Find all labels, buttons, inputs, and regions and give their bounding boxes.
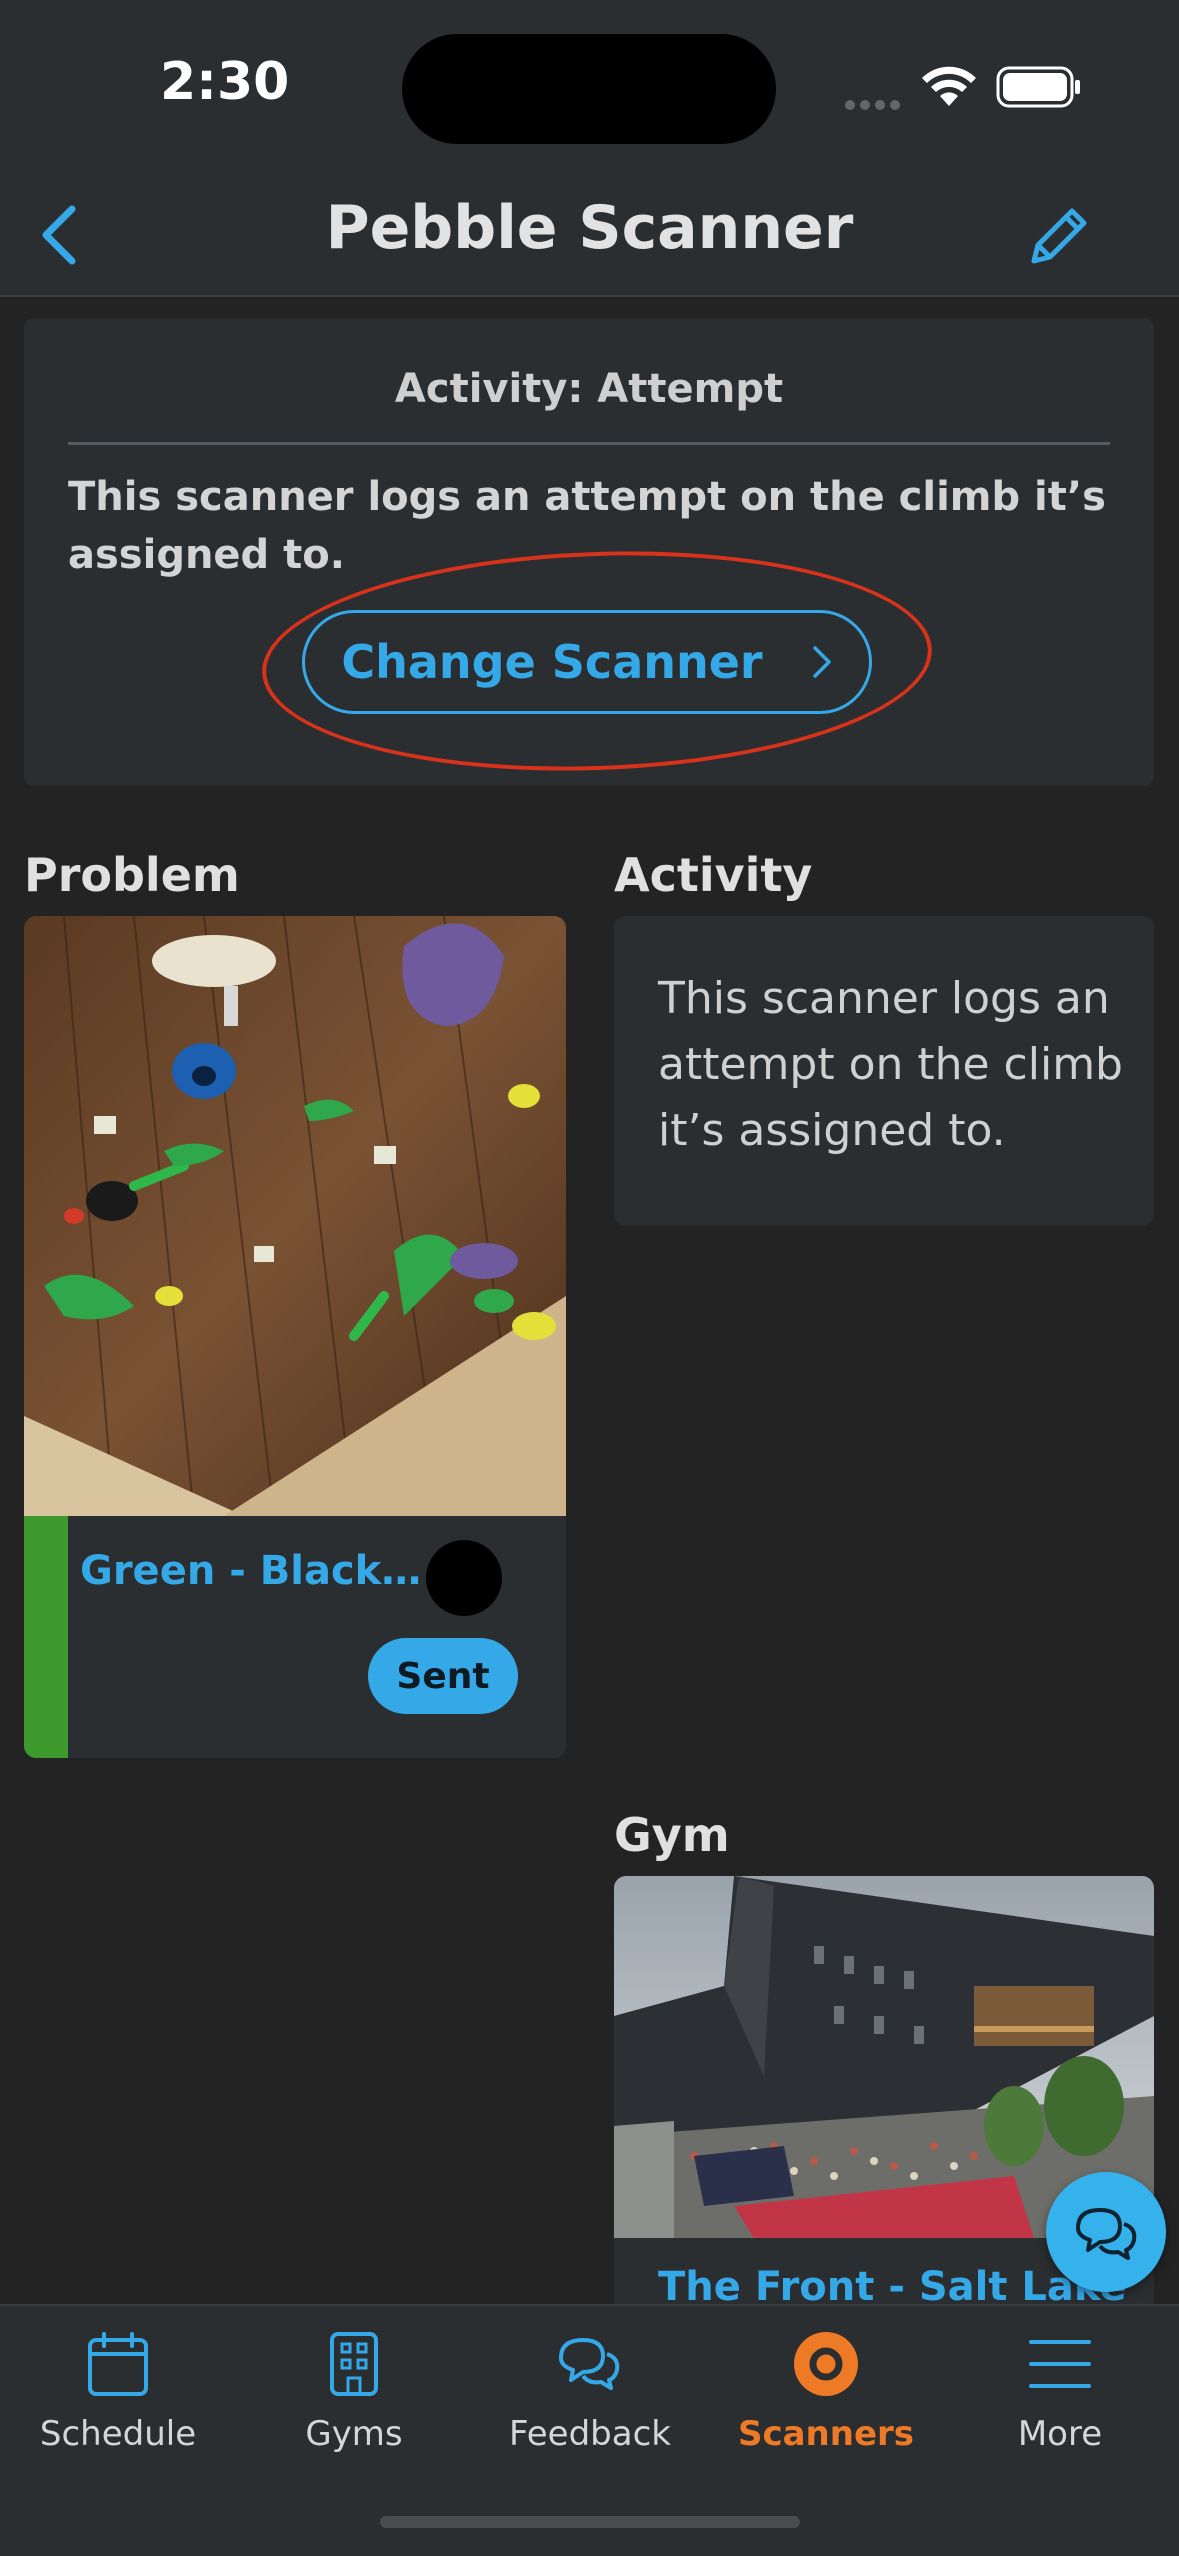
problem-section-label: Problem <box>24 848 240 902</box>
tab-label: Feedback <box>509 2414 671 2454</box>
change-scanner-label: Change Scanner <box>341 635 763 689</box>
tab-label: Gyms <box>305 2414 403 2454</box>
gym-section-label: Gym <box>614 1808 730 1862</box>
scanner-icon <box>794 2332 858 2396</box>
screen: 2:30 Pebble Scanner Activity: Attempt Th… <box>0 0 1179 2556</box>
chat-button[interactable] <box>1046 2172 1166 2292</box>
menu-icon <box>1029 2340 1091 2388</box>
climbing-wall-photo <box>24 916 566 1516</box>
dynamic-island <box>402 34 776 144</box>
tab-label: Scanners <box>737 2414 915 2454</box>
chat-bubbles-icon <box>1076 2208 1137 2260</box>
problem-name[interactable]: Green - Black D... <box>80 1548 430 1594</box>
activity-description-box: This scanner logs an attempt on the clim… <box>614 916 1154 1226</box>
status-bar: 2:30 <box>0 0 1179 175</box>
battery-icon <box>996 66 1080 108</box>
scanner-activity-card: Activity: Attempt This scanner logs an a… <box>24 318 1154 786</box>
nav-header: Pebble Scanner <box>0 175 1179 297</box>
problem-color-stripe <box>24 1516 68 1758</box>
calendar-icon <box>88 2332 148 2396</box>
problem-card[interactable]: Green - Black D... Sent <box>24 916 566 1758</box>
edit-button[interactable] <box>1018 193 1102 277</box>
activity-heading: Activity: Attempt <box>394 366 784 412</box>
divider <box>68 442 1110 445</box>
activity-section-label: Activity <box>614 848 813 902</box>
status-time: 2:30 <box>160 52 290 112</box>
page-title: Pebble Scanner <box>325 193 854 263</box>
cellular-signal-icon <box>845 95 905 110</box>
activity-description: This scanner logs an attempt on the clim… <box>68 474 1106 578</box>
activity-box-text: This scanner logs an attempt on the clim… <box>658 973 1123 1156</box>
home-indicator <box>380 2516 800 2528</box>
tab-feedback[interactable]: Feedback <box>490 2324 690 2474</box>
chat-bubbles-icon <box>559 2338 620 2390</box>
sent-badge[interactable]: Sent <box>368 1638 518 1714</box>
tab-label: Schedule <box>39 2414 197 2454</box>
pencil-icon <box>1031 208 1087 264</box>
chevron-right-icon <box>812 646 831 678</box>
change-scanner-button[interactable]: Change Scanner <box>302 610 872 714</box>
hold-color-dot <box>426 1540 502 1616</box>
tab-more[interactable]: More <box>960 2324 1160 2474</box>
tab-scanners[interactable]: Scanners <box>726 2324 926 2474</box>
tab-gyms[interactable]: Gyms <box>254 2324 454 2474</box>
tab-label: More <box>1017 2414 1103 2454</box>
wifi-icon <box>922 66 976 106</box>
tab-schedule[interactable]: Schedule <box>18 2324 218 2474</box>
building-icon <box>330 2332 378 2396</box>
